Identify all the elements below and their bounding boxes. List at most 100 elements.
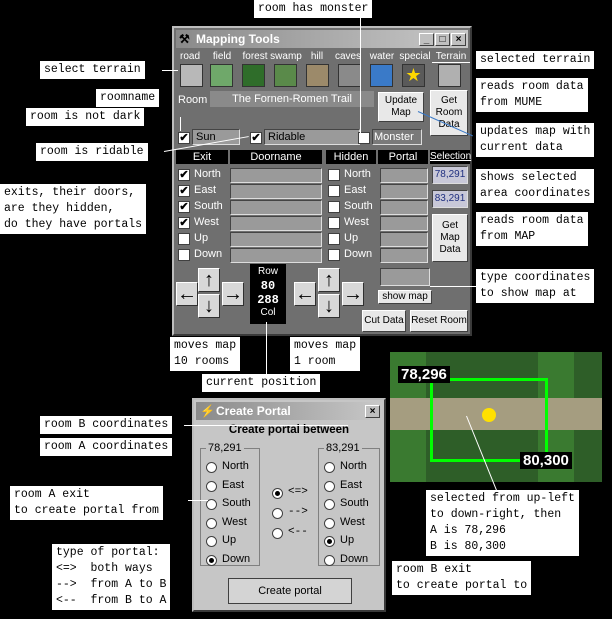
show-map-button[interactable]: show map [378, 290, 432, 304]
portal-type-label: <-- [288, 526, 308, 538]
portal-a-label: West [222, 515, 247, 528]
room-name-field[interactable]: The Fornen-Romen Trail [210, 91, 374, 107]
move-1-left-button[interactable]: ← [294, 282, 316, 306]
terrain-label-field: field [212, 51, 232, 62]
connector [430, 286, 478, 287]
create-portal-button[interactable]: Create portal [228, 578, 352, 604]
move-10-right-button[interactable]: → [222, 282, 244, 306]
terrain-label-swamp: swamp [270, 51, 302, 62]
portal-a-radio-down[interactable] [206, 554, 217, 566]
hidden-checkbox[interactable] [328, 249, 340, 261]
callout-updates-map: updates map with current data [476, 123, 595, 157]
terrain-tile-caves[interactable] [338, 64, 361, 87]
exit-checkbox-up[interactable] [178, 233, 190, 245]
terrain-tile-road[interactable] [180, 64, 203, 87]
terrain-tile-swamp[interactable] [274, 64, 297, 87]
exit-checkbox-down[interactable] [178, 249, 190, 261]
terrain-label-water: water [369, 51, 395, 62]
col-value: 288 [257, 293, 279, 307]
portal-a-radio-west[interactable] [206, 517, 217, 529]
hidden-checkbox[interactable] [328, 201, 340, 213]
portal-type-radio[interactable] [272, 508, 283, 519]
ridable-checkbox[interactable]: ✔ [250, 132, 262, 144]
exit-header: Exit [176, 150, 228, 164]
portal-header: Portal [378, 150, 428, 164]
create-portal-titlebar: ⚡ Create Portal × [196, 402, 382, 420]
connector [266, 322, 267, 374]
doorname-input[interactable] [230, 200, 322, 215]
portal-b-radio-up[interactable] [324, 536, 335, 547]
terrain-tile-hill[interactable] [306, 64, 329, 87]
connector [180, 117, 181, 131]
hidden-checkbox[interactable] [328, 217, 340, 229]
exit-label: North [194, 168, 221, 180]
selection-b-coords: 83,291 [432, 190, 468, 208]
map-b-label: 80,300 [520, 452, 572, 469]
cut-data-button[interactable]: Cut Data [362, 310, 406, 332]
callout-room-has-monster: room has monster [254, 0, 373, 18]
portal-input[interactable] [380, 248, 428, 263]
get-map-data-button[interactable]: Get Map Data [432, 214, 468, 262]
hidden-checkbox[interactable] [328, 185, 340, 197]
maximize-button[interactable]: □ [435, 33, 450, 46]
portal-a-radio-north[interactable] [206, 462, 217, 473]
doorname-input[interactable] [230, 184, 322, 199]
exit-checkbox-south[interactable]: ✔ [178, 201, 190, 213]
minimize-button[interactable]: _ [419, 33, 434, 46]
portal-type-radio[interactable] [272, 488, 283, 499]
callout-room-b-exit: room B exit to create portal to [392, 561, 532, 595]
doorname-input[interactable] [230, 248, 322, 263]
move-1-up-button[interactable]: ↑ [318, 268, 340, 292]
portal-type-radio[interactable] [272, 528, 283, 539]
ridable-label: Ridable [268, 131, 306, 143]
terrain-label-hill: hill [310, 51, 324, 62]
portal-input[interactable] [380, 216, 428, 231]
exit-checkbox-west[interactable]: ✔ [178, 217, 190, 229]
portal-b-radio-south[interactable] [324, 499, 335, 510]
move-1-down-button[interactable]: ↓ [318, 294, 340, 318]
exit-checkbox-north[interactable]: ✔ [178, 169, 190, 181]
portal-input[interactable] [380, 200, 428, 215]
terrain-tile-special[interactable]: ★ [402, 64, 425, 87]
monster-checkbox[interactable] [358, 132, 370, 144]
hidden-checkbox[interactable] [328, 233, 340, 245]
portal-a-radio-up[interactable] [206, 536, 217, 547]
portal-b-radio-east[interactable] [324, 480, 335, 492]
connector [188, 500, 208, 501]
doorname-input[interactable] [230, 232, 322, 247]
update-map-button[interactable]: Update Map [378, 92, 424, 122]
callout-type-of-portal: type of portal: <=> both ways --> from A… [52, 544, 171, 610]
portal-a-label: East [222, 478, 245, 491]
show-map-coords-input[interactable] [380, 268, 430, 286]
close-button[interactable]: × [451, 33, 466, 46]
doorname-input[interactable] [230, 168, 322, 183]
hidden-label: West [344, 216, 369, 228]
reset-room-button[interactable]: Reset Room [410, 310, 468, 332]
portal-a-radio-east[interactable] [206, 480, 217, 492]
get-room-data-button[interactable]: Get Room Data [430, 90, 468, 136]
exit-label: West [194, 216, 219, 228]
move-10-left-button[interactable]: ← [176, 282, 198, 306]
portal-b-label: West [340, 515, 365, 528]
portal-input[interactable] [380, 232, 428, 247]
terrain-tile-forest[interactable] [242, 64, 265, 87]
callout-reads-room-data-mume: reads room data from MUME [476, 78, 588, 112]
move-1-right-button[interactable]: → [342, 282, 364, 306]
portal-close-button[interactable]: × [365, 405, 380, 418]
portal-input[interactable] [380, 168, 428, 183]
portal-a-label: North [222, 460, 249, 472]
portal-input[interactable] [380, 184, 428, 199]
sun-checkbox[interactable]: ✔ [178, 132, 190, 144]
hidden-checkbox[interactable] [328, 169, 340, 181]
terrain-tile-field[interactable] [210, 64, 233, 87]
position-display: Row 80 288 Col [250, 264, 286, 324]
terrain-tile-water[interactable] [370, 64, 393, 87]
row-value: 80 [260, 279, 276, 293]
exit-checkbox-east[interactable]: ✔ [178, 185, 190, 197]
portal-b-radio-west[interactable] [324, 517, 335, 529]
portal-b-radio-down[interactable] [324, 554, 335, 566]
move-10-down-button[interactable]: ↓ [198, 294, 220, 318]
portal-b-radio-north[interactable] [324, 462, 335, 473]
doorname-input[interactable] [230, 216, 322, 231]
move-10-up-button[interactable]: ↑ [198, 268, 220, 292]
